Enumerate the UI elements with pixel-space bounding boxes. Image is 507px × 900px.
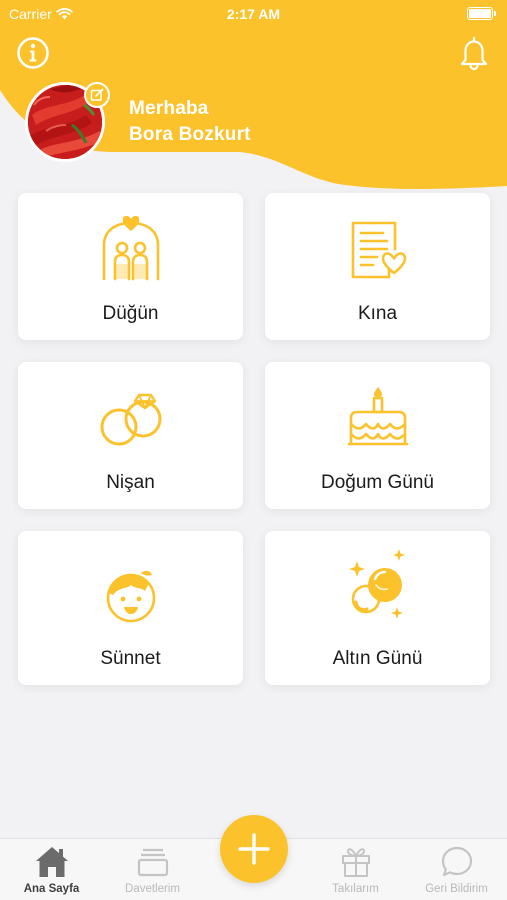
birthday-cake-icon [347,387,408,446]
home-icon [35,847,68,877]
category-label: Nişan [106,472,155,493]
rings-icon [100,393,161,446]
edit-icon [90,88,104,101]
tab-feedback[interactable]: Geri Bildirim [406,839,507,900]
tab-label: Takılarım [332,883,379,895]
boy-face-icon [106,570,155,623]
category-label: Düğün [102,303,159,324]
greeting-text: Merhaba [129,98,209,119]
category-card-circumcision[interactable]: Sünnet [18,531,243,685]
tab-label: Geri Bildirim [425,883,488,895]
category-card-henna[interactable]: Kına [265,193,490,340]
wedding-couple-icon [102,215,159,281]
category-label: Sünnet [100,648,161,669]
category-label: Altın Günü [332,648,423,669]
category-card-engagement[interactable]: Nişan [18,362,243,509]
tab-jewelry[interactable]: Takılarım [305,839,406,900]
status-time: 2:17 AM [226,6,281,22]
info-circle-icon[interactable] [16,36,50,70]
category-card-gold-day[interactable]: Altın Günü [265,531,490,685]
tab-home[interactable]: Ana Sayfa [1,839,102,900]
document-heart-icon [351,221,406,279]
chat-bubble-icon [441,846,472,877]
tab-label: Ana Sayfa [23,883,80,895]
bell-icon[interactable] [457,35,491,71]
invitations-icon [137,848,168,877]
category-card-birthday[interactable]: Doğum Günü [265,362,490,509]
category-card-wedding[interactable]: Düğün [18,193,243,340]
tab-label: Davetlerim [125,883,180,895]
gold-coins-icon [348,549,405,619]
category-label: Doğum Günü [320,472,434,493]
status-bar: Carrier 2:17 AM [0,0,507,28]
greeting: Merhaba Bora Bozkurt [129,96,251,148]
battery-icon [467,7,496,20]
tab-invitations[interactable]: Davetlerim [102,839,203,900]
gift-icon [341,848,370,877]
add-button[interactable] [220,815,288,883]
plus-icon [238,833,270,865]
category-label: Kına [357,303,398,324]
avatar-edit-button[interactable] [84,82,110,108]
user-name: Bora Bozkurt [129,124,251,145]
